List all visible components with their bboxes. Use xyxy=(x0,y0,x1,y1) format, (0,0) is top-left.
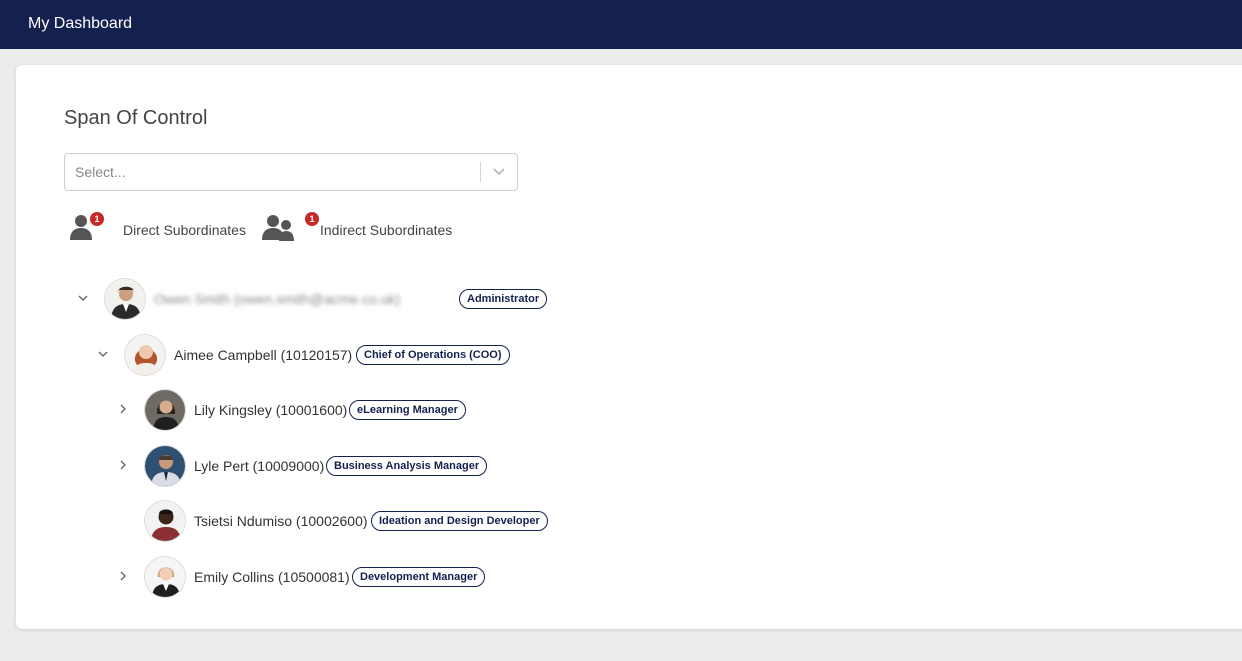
role-badge: Chief of Operations (COO) xyxy=(356,345,510,365)
select-separator xyxy=(480,162,481,182)
employee-name: Emily Collins (10500081) xyxy=(194,569,350,585)
chevron-down-icon[interactable] xyxy=(76,291,90,305)
avatar xyxy=(144,389,186,431)
app-title: My Dashboard xyxy=(28,15,133,32)
tree-node-tsietsi-ndumiso[interactable]: Tsietsi Ndumiso (10002600) Ideation and … xyxy=(116,500,566,542)
select-placeholder: Select... xyxy=(75,164,126,180)
role-badge: Development Manager xyxy=(352,567,486,587)
employee-name: Lyle Pert (10009000) xyxy=(194,458,325,474)
tree-node-root[interactable]: Owen Smith (owen.smith@acme.co.uk) Admin… xyxy=(76,278,596,320)
avatar xyxy=(144,556,186,598)
employee-name: Tsietsi Ndumiso (10002600) xyxy=(194,513,368,529)
avatar xyxy=(144,445,186,487)
employee-select[interactable]: Select... xyxy=(64,153,518,191)
legend-indirect-subordinates: 1 Indirect Subordinates xyxy=(262,212,482,246)
tree-node-emily-collins[interactable]: Emily Collins (10500081) Development Man… xyxy=(116,556,516,598)
chevron-right-icon[interactable] xyxy=(116,402,130,416)
avatar xyxy=(144,500,186,542)
role-badge: eLearning Manager xyxy=(349,400,466,420)
direct-count-badge: 1 xyxy=(90,212,104,226)
avatar xyxy=(124,334,166,376)
root-name: Owen Smith (owen.smith@acme.co.uk) xyxy=(154,291,401,307)
chevron-right-icon[interactable] xyxy=(116,569,130,583)
direct-subordinates-label: Direct Subordinates xyxy=(123,222,246,238)
span-of-control-card: Span Of Control Select... 1 Direct Subor… xyxy=(16,65,1242,629)
tree-node-lyle-pert[interactable]: Lyle Pert (10009000) Business Analysis M… xyxy=(116,445,496,487)
group-icon xyxy=(262,215,294,241)
role-badge: Ideation and Design Developer xyxy=(371,511,548,531)
chevron-down-icon[interactable] xyxy=(491,165,507,179)
indirect-subordinates-label: Indirect Subordinates xyxy=(320,222,453,238)
page-title: Span Of Control xyxy=(64,107,208,129)
tree-node-lily-kingsley[interactable]: Lily Kingsley (10001600) eLearning Manag… xyxy=(116,389,496,431)
avatar xyxy=(104,278,146,320)
chevron-down-icon[interactable] xyxy=(96,347,110,361)
role-badge: Administrator xyxy=(459,289,548,309)
top-navbar: My Dashboard xyxy=(0,0,1242,49)
indirect-count-badge: 1 xyxy=(305,212,319,226)
employee-name: Lily Kingsley (10001600) xyxy=(194,402,348,418)
legend-direct-subordinates: 1 Direct Subordinates xyxy=(69,212,259,246)
role-badge: Business Analysis Manager xyxy=(326,456,488,476)
tree-node-aimee-campbell[interactable]: Aimee Campbell (10120157) Chief of Opera… xyxy=(96,334,516,376)
employee-name: Aimee Campbell (10120157) xyxy=(174,347,353,363)
chevron-right-icon[interactable] xyxy=(116,458,130,472)
